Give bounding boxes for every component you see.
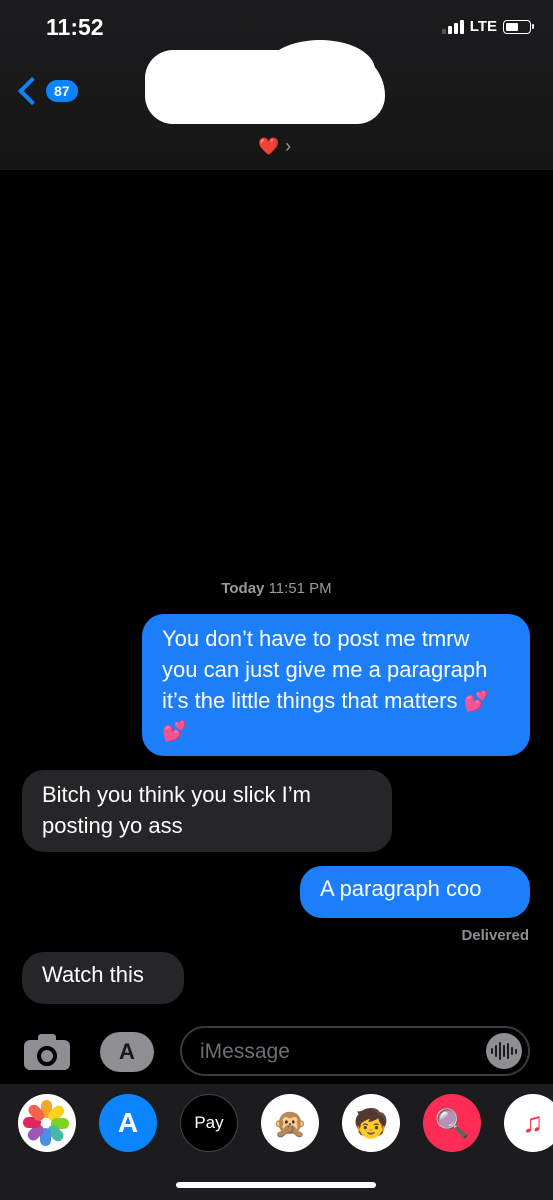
timestamp-time: 11:51 PM	[268, 580, 332, 597]
audio-waveform-icon[interactable]	[486, 1033, 522, 1069]
message-bubble-outgoing[interactable]: A paragraph coo	[300, 866, 530, 918]
timestamp-day: Today	[221, 580, 265, 597]
app-store-app-icon[interactable]: A	[99, 1094, 157, 1152]
memoji-icon[interactable]: 🧒	[342, 1094, 400, 1152]
message-input[interactable]	[200, 1040, 480, 1064]
photos-icon[interactable]	[18, 1094, 76, 1152]
back-button[interactable]: 87	[16, 76, 78, 106]
status-time: 11:52	[46, 14, 104, 40]
message-bubble-incoming[interactable]: Watch this	[22, 952, 184, 1004]
apple-pay-icon[interactable]: Pay	[180, 1094, 238, 1152]
message-text: Watch this	[42, 962, 144, 987]
web-search-icon[interactable]: 🔍	[423, 1094, 481, 1152]
signal-icon	[441, 19, 464, 34]
network-type: LTE	[469, 18, 497, 35]
home-indicator[interactable]	[176, 1182, 376, 1188]
camera-icon[interactable]	[24, 1032, 70, 1070]
message-bubble-outgoing[interactable]: You don’t have to post me tmrw you can j…	[142, 614, 530, 756]
message-text: Bitch you think you slick I’m posting yo…	[42, 782, 311, 838]
composer-bar: A	[0, 1020, 553, 1084]
message-text: A paragraph coo	[320, 876, 482, 901]
heart-icon: ❤️	[258, 136, 280, 156]
chevron-left-icon	[17, 76, 47, 106]
contact-details-button[interactable]: ❤️ ›	[258, 136, 291, 157]
contact-name-redacted[interactable]	[145, 40, 385, 124]
message-input-field[interactable]	[180, 1026, 530, 1076]
delivery-status: Delivered	[461, 927, 529, 944]
chevron-right-icon: ›	[285, 136, 292, 156]
music-icon[interactable]: ♫	[504, 1094, 553, 1152]
message-text: You don’t have to post me tmrw you can j…	[162, 626, 488, 713]
animoji-icon[interactable]: 🙊	[261, 1094, 319, 1152]
unread-count-badge: 87	[46, 80, 78, 102]
status-icons: LTE	[441, 18, 534, 35]
conversation-header: 11:52 LTE 87 ❤️ ›	[0, 0, 553, 170]
message-bubble-incoming[interactable]: Bitch you think you slick I’m posting yo…	[22, 770, 392, 852]
message-timestamp: Today 11:51 PM	[0, 580, 553, 597]
battery-icon	[503, 19, 534, 34]
app-store-icon[interactable]: A	[100, 1032, 154, 1072]
